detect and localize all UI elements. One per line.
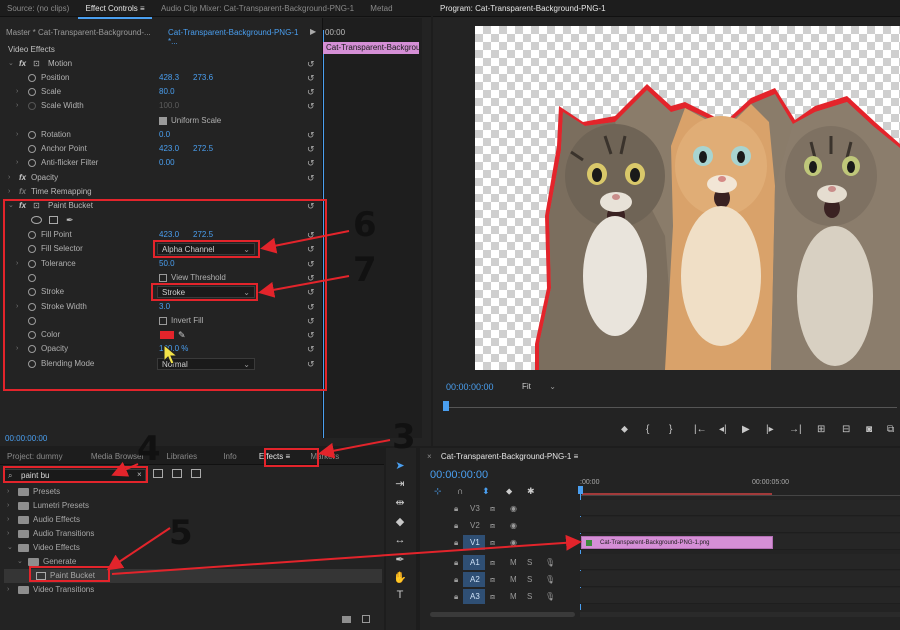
annotation-number: 7 xyxy=(353,250,377,290)
annotation-number: 3 xyxy=(392,417,416,457)
annotation-number: 6 xyxy=(353,205,377,245)
annotation-number: 5 xyxy=(169,513,193,553)
annotation-number: 4 xyxy=(137,429,161,469)
annotation-arrows xyxy=(106,230,582,575)
